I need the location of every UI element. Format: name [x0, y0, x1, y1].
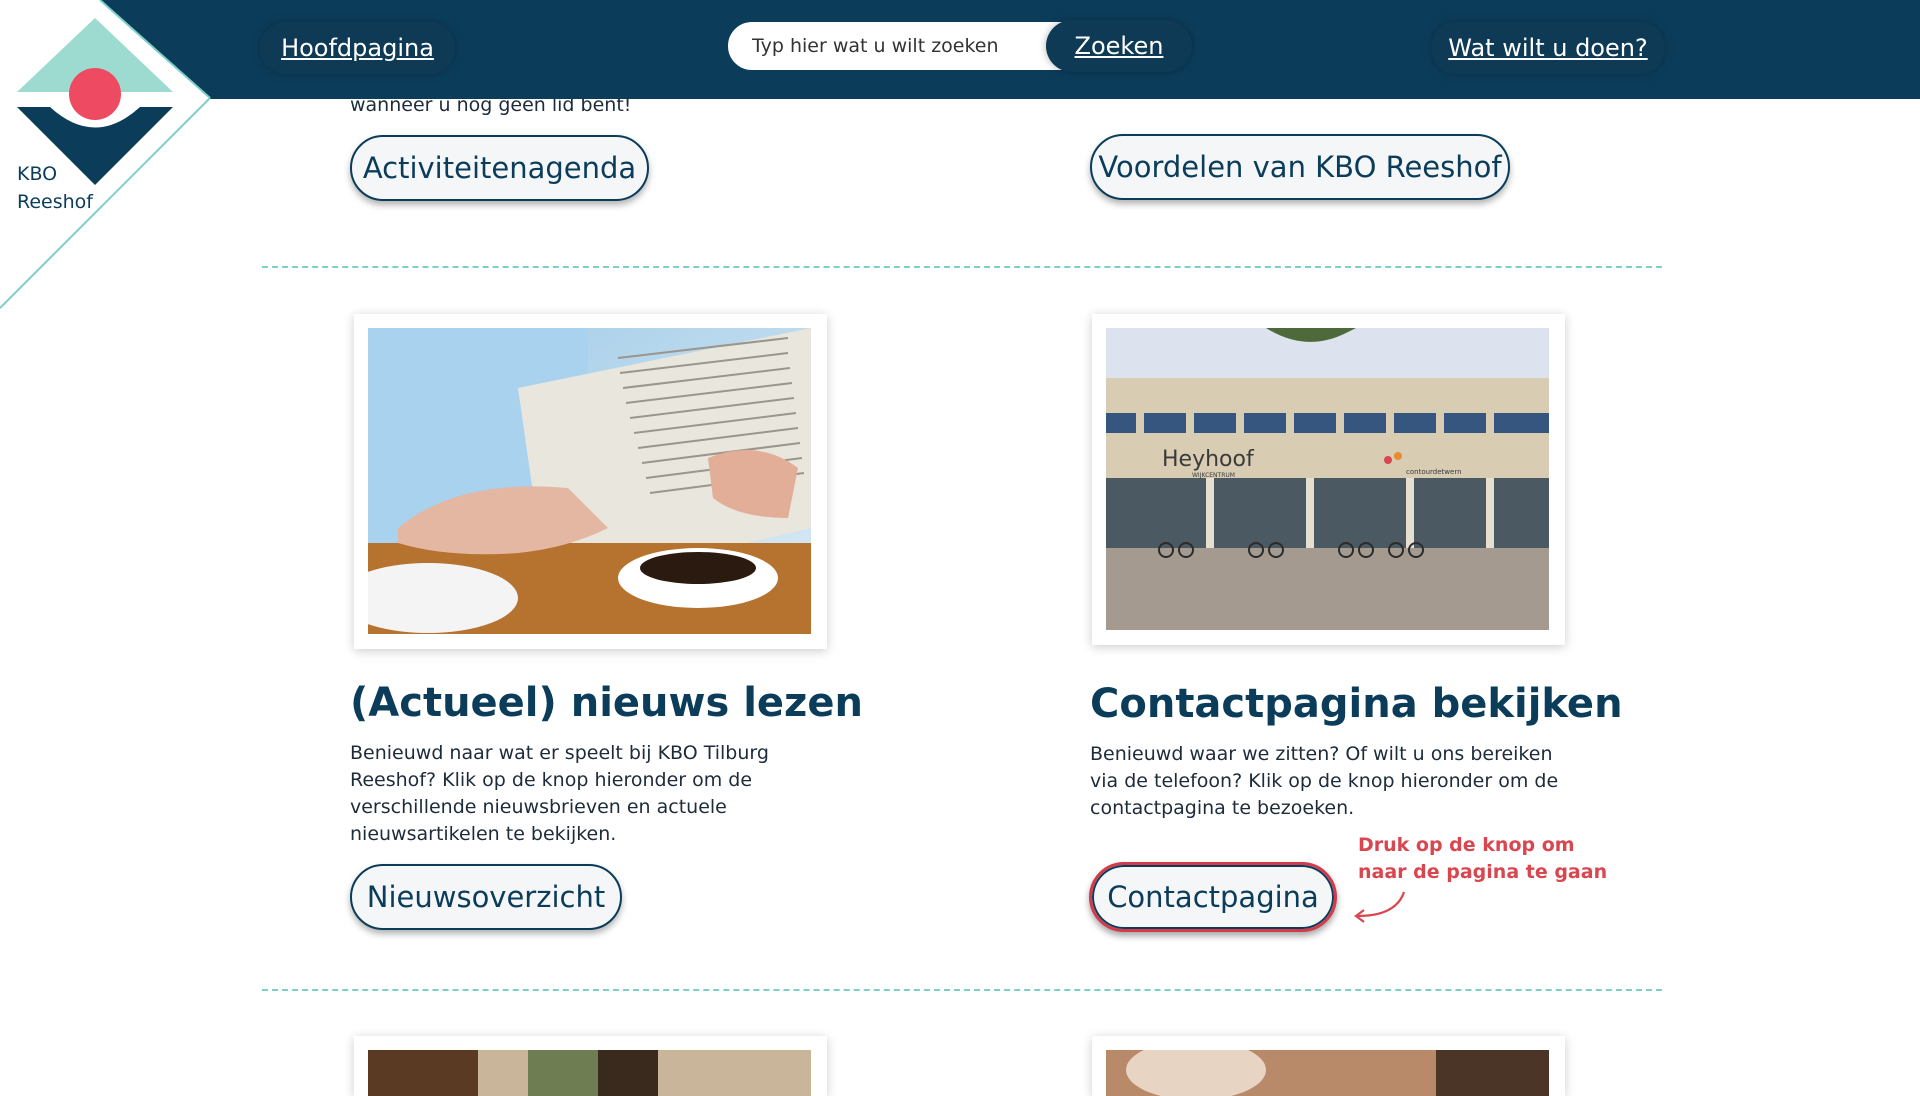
news-overview-button[interactable]: Nieuwsoverzicht — [350, 864, 622, 930]
contact-card-text: Benieuwd waar we zitten? Of wilt u ons b… — [1090, 743, 1559, 819]
what-to-do-link[interactable]: Wat wilt u doen? — [1431, 22, 1665, 74]
photo-sign-brand: contourdetwern — [1406, 468, 1462, 476]
logo-text-line2: Reeshof — [17, 191, 93, 213]
section-divider — [262, 266, 1662, 268]
news-card-title: (Actueel) nieuws lezen — [350, 680, 863, 726]
next-photo-right — [1106, 1050, 1549, 1096]
photo-sign-text: Heyhoof — [1162, 447, 1255, 472]
logo-emblem — [0, 0, 211, 309]
next-photo-card-left — [354, 1036, 827, 1096]
contact-page-button[interactable]: Contactpagina — [1089, 862, 1337, 932]
newspaper-photo — [368, 328, 811, 634]
section-divider — [262, 989, 1662, 991]
news-card-text: Benieuwd naar wat er speelt bij KBO Tilb… — [350, 742, 769, 845]
hint-arrow-icon — [1354, 891, 1406, 923]
logo-text: KBO Reeshof — [17, 160, 93, 216]
search-input[interactable] — [728, 21, 1046, 71]
news-photo-card — [354, 314, 827, 649]
community-center-photo: Heyhoof WIJKCENTRUM contourdetwern — [1106, 328, 1549, 630]
photo-sign-subtext: WIJKCENTRUM — [1192, 472, 1235, 479]
next-photo-left — [368, 1050, 811, 1096]
top-navigation-bar: Hoofdpagina Zoeken Wat wilt u doen? — [0, 0, 1920, 99]
hint-annotation: Druk op de knop om naar de pagina te gaa… — [1358, 834, 1608, 883]
benefits-button[interactable]: Voordelen van KBO Reeshof — [1090, 134, 1510, 200]
home-link[interactable]: Hoofdpagina — [260, 22, 455, 74]
contact-photo-card: Heyhoof WIJKCENTRUM contourdetwern — [1092, 314, 1565, 645]
logo-text-line1: KBO — [17, 163, 58, 185]
search-bar: Zoeken — [726, 20, 1192, 72]
activity-agenda-button[interactable]: Activiteitenagenda — [350, 135, 649, 201]
contact-card-title: Contactpagina bekijken — [1090, 681, 1623, 727]
kbo-reeshof-logo[interactable]: KBO Reeshof — [0, 0, 215, 315]
search-button[interactable]: Zoeken — [1046, 20, 1192, 72]
next-photo-card-right — [1092, 1036, 1565, 1096]
